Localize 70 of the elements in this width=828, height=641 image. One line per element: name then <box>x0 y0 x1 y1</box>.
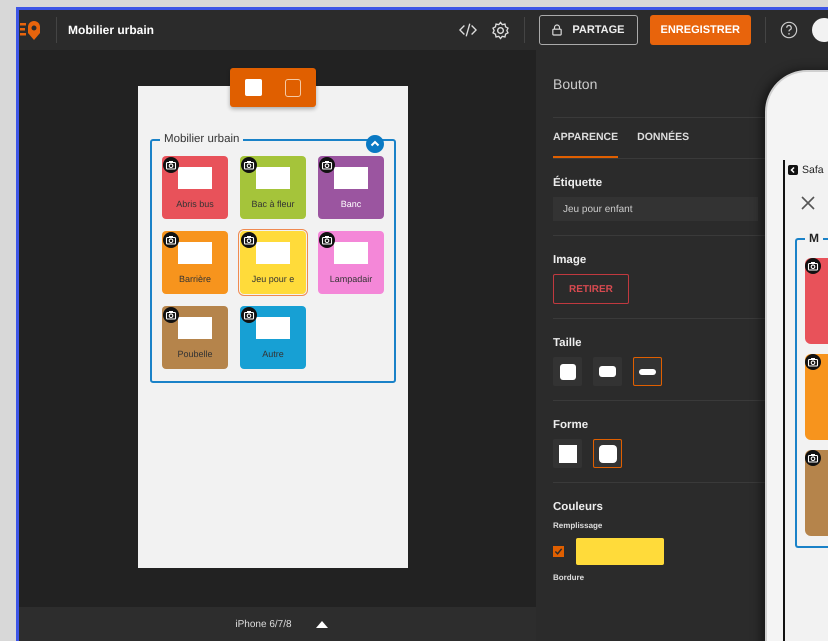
photo-placeholder <box>178 242 212 264</box>
camera-icon[interactable] <box>241 157 257 173</box>
photo-placeholder <box>334 242 368 264</box>
camera-icon[interactable] <box>319 232 335 248</box>
remove-button[interactable]: RETIRER <box>553 274 629 304</box>
lock-icon <box>552 24 562 36</box>
shape-option[interactable] <box>553 439 582 468</box>
caret-icon[interactable] <box>316 620 328 628</box>
button-label: Jeu pour e <box>252 274 294 284</box>
camera-icon[interactable] <box>319 157 335 173</box>
button-label: Lampadair <box>330 274 372 284</box>
fill-color-swatch[interactable] <box>576 538 664 565</box>
button-label: Banc <box>340 199 362 209</box>
furniture-button[interactable]: Banc <box>318 156 384 219</box>
fill-label: Remplissage <box>553 521 602 530</box>
furniture-button[interactable]: Barrière <box>162 231 228 294</box>
section-label: Forme <box>553 419 588 431</box>
fill-checkbox[interactable] <box>553 546 564 557</box>
size-option[interactable] <box>553 357 582 386</box>
photo-placeholder <box>178 317 212 339</box>
photo-placeholder <box>256 317 290 339</box>
section-label: Couleurs <box>553 501 603 513</box>
label-input[interactable]: Jeu pour enfant <box>553 197 758 221</box>
camera-icon[interactable] <box>163 157 179 173</box>
photo-placeholder <box>334 167 368 189</box>
panel-title: Bouton <box>553 76 598 92</box>
photo-placeholder <box>178 167 212 189</box>
furniture-button[interactable]: Jeu pour e <box>240 231 306 294</box>
size-option[interactable] <box>633 357 662 386</box>
camera-icon[interactable] <box>805 258 821 274</box>
button-label: Autre <box>262 349 284 359</box>
photo-placeholder <box>256 167 290 189</box>
chevron-icon[interactable] <box>366 135 384 153</box>
shape-option[interactable] <box>593 439 622 468</box>
section-label: Image <box>553 254 586 266</box>
button-label: Barrière <box>178 274 211 284</box>
photo-placeholder <box>256 242 290 264</box>
button-label: Bac à fleur <box>251 199 295 209</box>
code-icon[interactable] <box>459 21 478 39</box>
furniture-button[interactable]: Autre <box>240 306 306 369</box>
section-label: Étiquette <box>553 177 602 189</box>
furniture-button[interactable]: Poubelle <box>162 306 228 369</box>
camera-icon[interactable] <box>805 354 821 370</box>
back-label[interactable]: Safa <box>802 164 824 176</box>
camera-icon[interactable] <box>241 307 257 323</box>
app-title: Mobilier urbain <box>68 23 154 37</box>
settings-icon[interactable] <box>491 20 510 40</box>
close-icon[interactable] <box>801 196 815 210</box>
panel-tab[interactable]: APPARENCE <box>553 118 618 158</box>
panel-tab[interactable]: DONNÉES <box>637 118 690 158</box>
button-label: Abris bus <box>176 199 214 209</box>
border-label: Bordure <box>553 573 584 582</box>
device-name[interactable]: iPhone 6/7/8 <box>235 618 292 630</box>
camera-icon[interactable] <box>805 450 821 466</box>
button-label: Poubelle <box>177 349 213 359</box>
logo-icon[interactable] <box>20 19 42 41</box>
furniture-button[interactable]: Abris bus <box>162 156 228 219</box>
group-title: Mobilier urbain <box>160 133 244 145</box>
camera-icon[interactable] <box>241 232 257 248</box>
back-icon[interactable] <box>788 165 798 175</box>
size-option[interactable] <box>593 357 622 386</box>
group-title: M <box>805 231 823 245</box>
save-button[interactable]: ENREGISTRER <box>650 15 751 45</box>
camera-icon[interactable] <box>163 232 179 248</box>
furniture-button[interactable]: Bac à fleur <box>240 156 306 219</box>
share-button[interactable]: PARTAGE <box>539 15 638 45</box>
camera-icon[interactable] <box>163 307 179 323</box>
help-icon[interactable] <box>780 21 798 39</box>
furniture-button[interactable]: Lampadair <box>318 231 384 294</box>
section-label: Taille <box>553 337 582 349</box>
